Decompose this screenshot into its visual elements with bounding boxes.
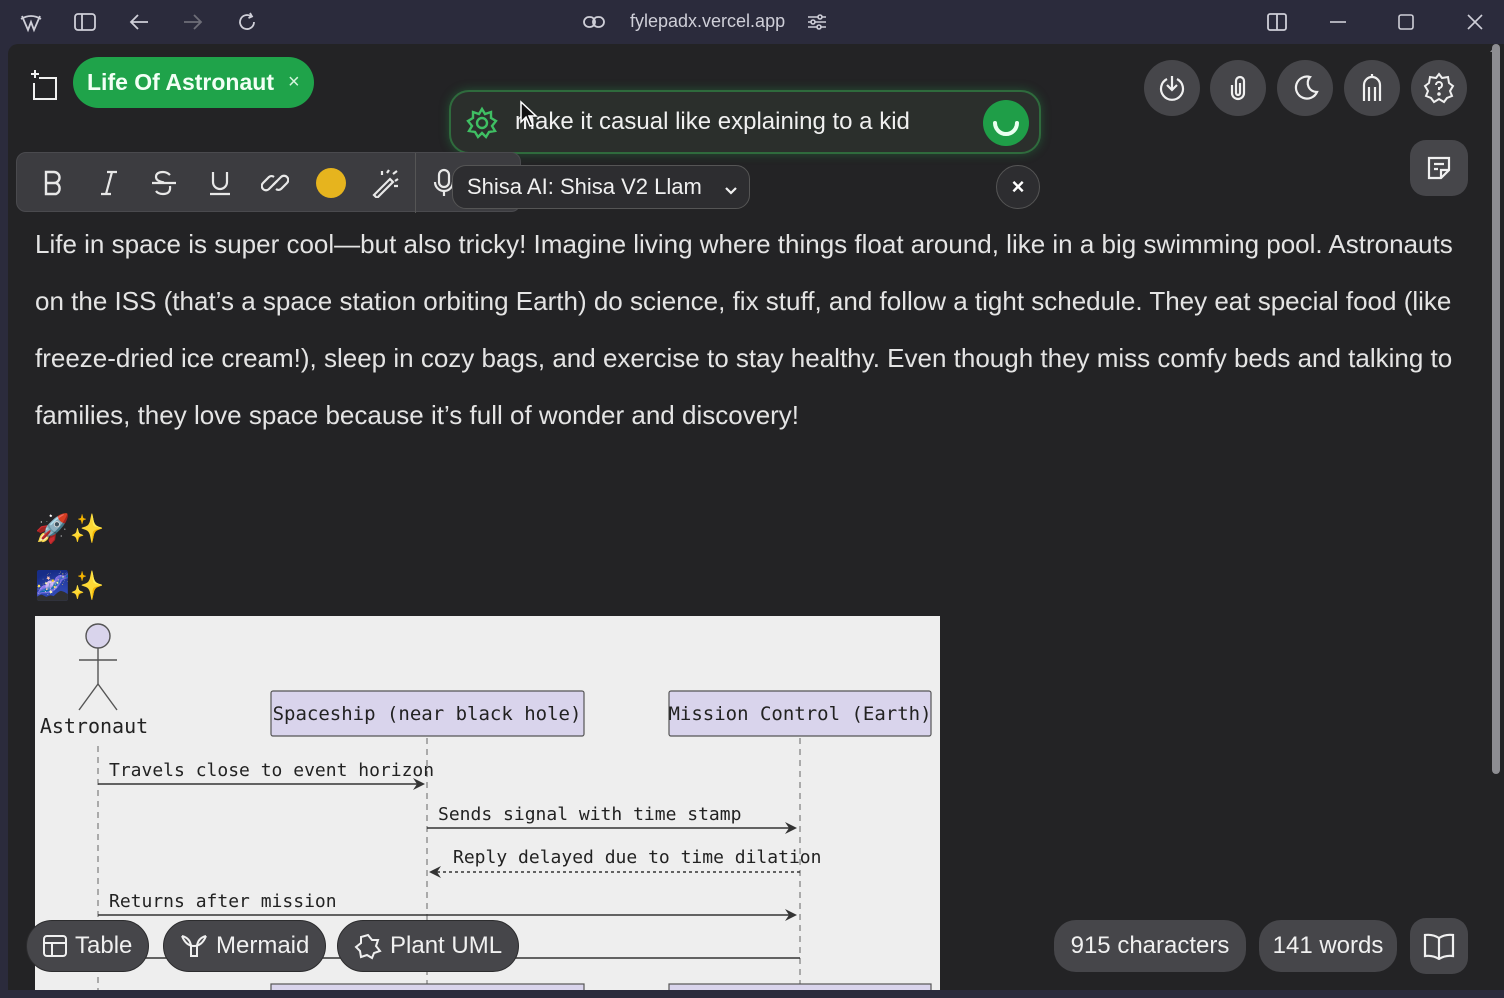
toolbar-divider <box>415 153 416 213</box>
actor-label: Astronaut <box>40 714 148 738</box>
editor-scrollbar[interactable] <box>1486 44 1504 990</box>
formatting-toolbar <box>16 152 521 213</box>
forward-icon[interactable] <box>179 8 207 36</box>
split-view-icon[interactable] <box>1263 8 1291 36</box>
download-icon <box>1159 76 1185 101</box>
participant-footer-mission-control <box>668 983 932 990</box>
message-1-label: Travels close to event horizon <box>109 760 434 781</box>
sticky-note-icon <box>1427 156 1451 180</box>
bold-icon[interactable] <box>33 163 73 203</box>
participant-label-mission-control: Mission Control (Earth) <box>668 703 931 725</box>
attach-button[interactable] <box>1210 60 1266 116</box>
highlight-color-button[interactable] <box>311 163 351 203</box>
back-icon[interactable] <box>125 8 153 36</box>
font-button[interactable] <box>1344 60 1400 116</box>
insert-plantuml-label: Plant UML <box>390 932 503 959</box>
participant-label-spaceship: Spaceship (near black hole) <box>273 703 582 725</box>
moon-icon <box>1294 75 1319 100</box>
italic-icon[interactable] <box>89 163 129 203</box>
ai-loading-spinner-icon[interactable] <box>983 100 1029 146</box>
browser-titlebar: fylepadx.vercel.app <box>0 0 1504 44</box>
emoji-line-rocket: 🚀✨ <box>35 513 105 544</box>
word-count: 141 words <box>1259 920 1397 972</box>
participant-footer-spaceship <box>270 983 585 990</box>
ai-close-button[interactable]: × <box>996 165 1040 209</box>
insert-mermaid-label: Mermaid <box>216 932 310 959</box>
mermaid-icon <box>181 935 207 957</box>
insert-plantuml-button[interactable]: Plant UML <box>337 920 520 972</box>
book-icon <box>1423 933 1455 960</box>
link-insert-icon[interactable] <box>255 163 295 203</box>
insert-mermaid-button[interactable]: Mermaid <box>163 920 327 972</box>
link-icon[interactable] <box>580 8 608 36</box>
ai-settings-icon[interactable] <box>465 106 499 145</box>
maximize-icon[interactable] <box>1392 8 1420 36</box>
ai-model-select[interactable]: Shisa AI: Shisa V2 Llam <box>452 165 750 209</box>
ai-prompt-input[interactable]: make it casual like explaining to a kid … <box>515 108 910 136</box>
download-button[interactable] <box>1144 60 1200 116</box>
site-settings-icon[interactable] <box>803 8 831 36</box>
help-settings-button[interactable] <box>1411 60 1467 116</box>
insert-table-label: Table <box>75 932 133 959</box>
reading-mode-button[interactable] <box>1410 918 1468 974</box>
app-logo-icon[interactable] <box>17 8 45 36</box>
insert-table-button[interactable]: Table <box>26 920 150 972</box>
chevron-down-icon <box>723 178 739 204</box>
dark-mode-toggle[interactable] <box>1277 60 1333 116</box>
message-4-label: Returns after mission <box>109 891 337 912</box>
paperclip-icon <box>1230 75 1246 101</box>
emoji-line-galaxy: 🌌✨ <box>35 570 105 601</box>
actor-figure-icon <box>78 623 118 711</box>
help-gear-icon <box>1423 72 1455 104</box>
document-tab[interactable]: Life Of Astronaut × <box>73 57 314 108</box>
tab-close-icon[interactable]: × <box>288 71 300 94</box>
plantuml-icon <box>354 933 382 960</box>
strikethrough-icon[interactable] <box>144 163 184 203</box>
sidebar-toggle-icon[interactable] <box>71 8 99 36</box>
minimize-icon[interactable] <box>1324 8 1352 36</box>
reload-icon[interactable] <box>233 8 261 36</box>
app-window: Life Of Astronaut × make it casual like … <box>8 44 1504 990</box>
highlight-color-swatch <box>316 168 346 198</box>
close-icon[interactable] <box>1461 8 1489 36</box>
font-icon <box>1362 74 1382 101</box>
ai-model-label: Shisa AI: Shisa V2 Llam <box>467 174 702 199</box>
mouse-cursor-icon <box>520 100 538 127</box>
character-count: 915 characters <box>1054 920 1246 972</box>
scrollbar-thumb[interactable] <box>1492 44 1500 774</box>
table-icon <box>43 935 67 957</box>
notes-button[interactable] <box>1410 140 1468 196</box>
editor-paragraph[interactable]: Life in space is super cool—but also tri… <box>35 216 1455 444</box>
address-bar-url[interactable]: fylepadx.vercel.app <box>630 11 785 32</box>
message-3-label: Reply delayed due to time dilation <box>453 847 821 868</box>
message-2-label: Sends signal with time stamp <box>438 804 741 825</box>
new-tab-icon[interactable] <box>28 68 62 102</box>
magic-wand-icon[interactable] <box>366 163 406 203</box>
underline-icon[interactable] <box>200 163 240 203</box>
document-tab-title: Life Of Astronaut <box>87 69 274 95</box>
